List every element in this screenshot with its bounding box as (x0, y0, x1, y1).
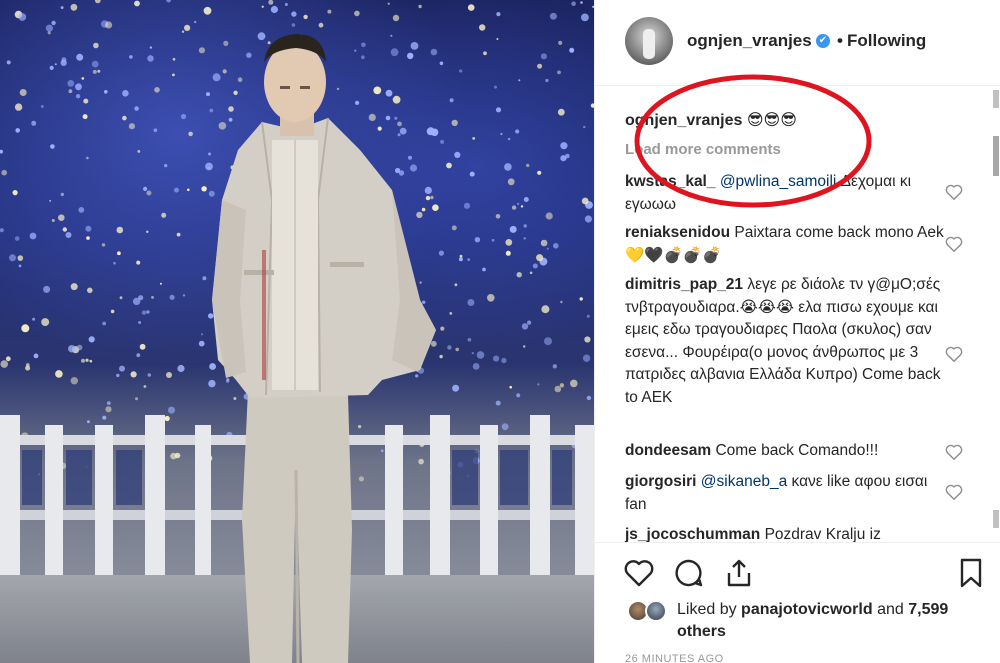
comment-username[interactable]: giorgosiri (625, 473, 696, 490)
verified-icon: ✔ (816, 34, 830, 48)
post-timestamp: 26 MINUTES AGO (625, 653, 724, 663)
post-header: ognjen_vranjes ✔ • Following (595, 0, 1000, 86)
post-sidebar: ognjen_vranjes ✔ • Following ognjen_vran… (594, 0, 1000, 663)
comment-text: λεγε ρε διάολε τν γ@μΟ;σές τνβτραγουδιαρ… (625, 276, 941, 406)
person-figure (212, 34, 436, 663)
scroll-down-arrow[interactable] (993, 510, 999, 528)
comment-mention[interactable]: @pwlina_samoili (720, 173, 837, 190)
like-comment-heart-icon[interactable] (945, 484, 963, 500)
likes-user[interactable]: panajotovicworld (741, 601, 873, 618)
likes-summary[interactable]: Liked by panajotovicworld and 7,599 othe… (677, 599, 977, 643)
comment-text: Pozdrav Kralju iz (764, 526, 881, 542)
comment-username[interactable]: js_jocoschumman (625, 526, 760, 542)
scroll-up-arrow[interactable] (993, 90, 999, 108)
comment-item: giorgosiri @sikaneb_a κανε like αφου εισ… (625, 471, 945, 516)
caption-text: 😎😎😎 (746, 112, 797, 129)
comment-username[interactable]: reniaksenidou (625, 224, 730, 241)
comments-list[interactable]: ognjen_vranjes 😎😎😎 Load more comments kw… (595, 86, 1000, 542)
like-comment-heart-icon[interactable] (945, 346, 963, 362)
comment-username[interactable]: kwstas_kal_ (625, 173, 716, 190)
following-button[interactable]: Following (847, 31, 926, 51)
comment-username[interactable]: dimitris_pap_21 (625, 276, 743, 293)
post-caption: ognjen_vranjes 😎😎😎 (625, 110, 797, 130)
post-actions: Liked by panajotovicworld and 7,599 othe… (595, 542, 1000, 663)
like-comment-heart-icon[interactable] (945, 236, 963, 252)
comment-mention[interactable]: @sikaneb_a (701, 473, 787, 490)
comment-item: dimitris_pap_21 λεγε ρε διάολε τν γ@μΟ;σ… (625, 274, 945, 409)
post-photo[interactable] (0, 0, 594, 663)
likes-prefix: Liked by (677, 601, 742, 618)
comment-item: dondeesam Come back Comando!!! (625, 440, 945, 463)
bookmark-icon[interactable] (955, 557, 987, 589)
comment-item: kwstas_kal_ @pwlina_samoili Δεχομαι κι ε… (625, 171, 945, 216)
caption-username[interactable]: ognjen_vranjes (625, 112, 742, 129)
like-comment-heart-icon[interactable] (945, 184, 963, 200)
liker-avatar[interactable] (645, 600, 667, 622)
comments-scrollbar[interactable] (992, 90, 1000, 540)
scroll-thumb[interactable] (993, 136, 999, 176)
like-comment-heart-icon[interactable] (945, 444, 963, 460)
comment-icon[interactable] (673, 557, 705, 589)
author-username[interactable]: ognjen_vranjes (687, 31, 812, 51)
comment-username[interactable]: dondeesam (625, 442, 711, 459)
comment-item: js_jocoschumman Pozdrav Kralju iz (625, 524, 945, 542)
header-separator: • (837, 31, 843, 50)
heart-icon[interactable] (623, 557, 655, 589)
author-avatar[interactable] (625, 17, 673, 65)
share-icon[interactable] (723, 557, 755, 589)
comment-text: Come back Comando!!! (715, 442, 879, 459)
load-more-comments-button[interactable]: Load more comments (625, 141, 781, 158)
likes-middle: and (872, 601, 909, 618)
comment-item: reniaksenidou Paixtara come back mono Ae… (625, 222, 945, 267)
